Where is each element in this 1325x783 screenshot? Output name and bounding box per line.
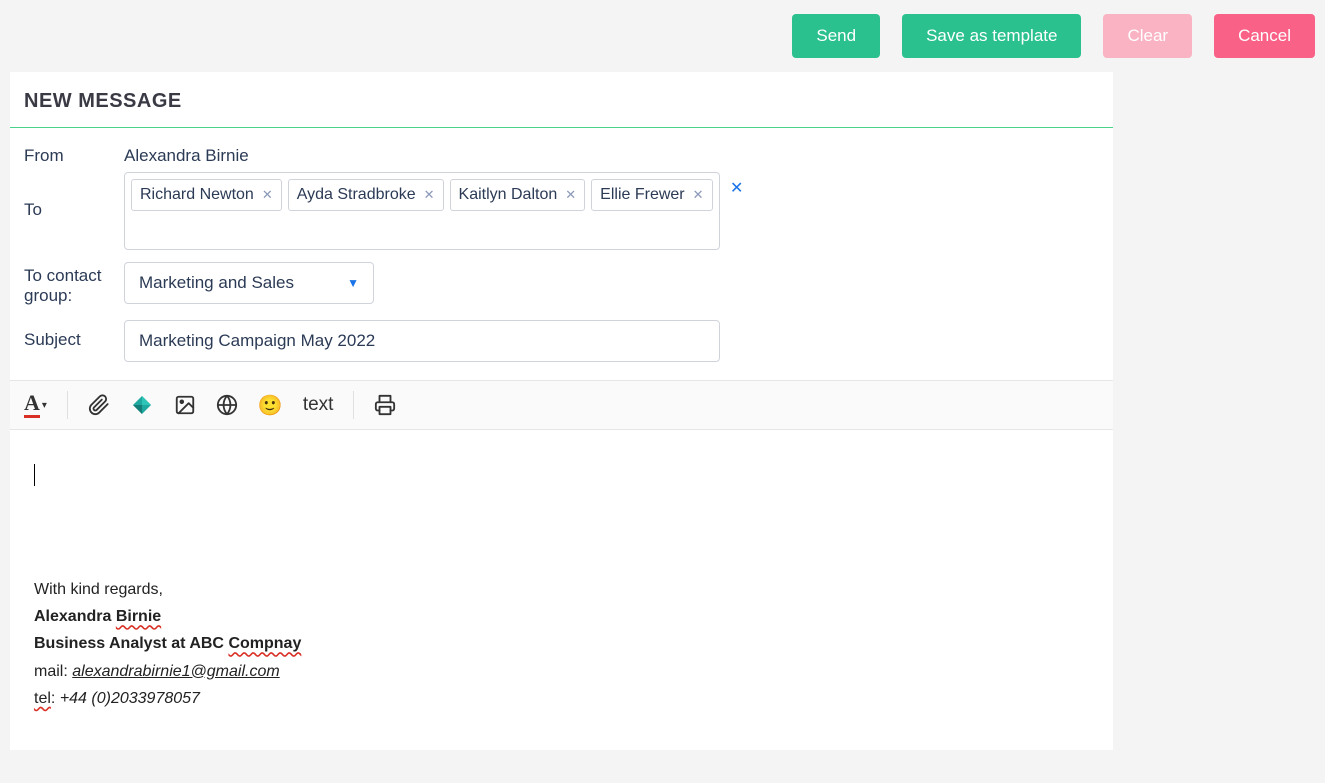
to-group-label: To contact group: — [24, 262, 124, 306]
message-body-editor[interactable]: With kind regards, Alexandra Birnie Busi… — [10, 430, 1113, 750]
to-recipients-input[interactable]: Richard Newton ✕ Ayda Stradbroke ✕ Kaitl… — [124, 172, 720, 250]
top-toolbar: Send Save as template Clear Cancel — [0, 0, 1325, 72]
contact-group-dropdown[interactable]: Marketing and Sales ▼ — [124, 262, 374, 304]
editor-toolbar: A ▾ 🙂 text — [10, 380, 1113, 430]
emoji-icon[interactable]: 🙂 — [258, 393, 283, 418]
signature-tel-sep: : — [51, 690, 55, 707]
to-group-row: To contact group: Marketing and Sales ▼ — [10, 250, 1113, 306]
attachment-icon[interactable] — [88, 394, 110, 416]
font-format-icon[interactable]: A ▾ — [24, 392, 47, 418]
print-icon[interactable] — [374, 394, 396, 416]
clear-recipients-icon[interactable]: ✕ — [728, 172, 743, 198]
diamond-icon[interactable] — [130, 393, 154, 417]
signature-regards: With kind regards, — [34, 576, 1089, 603]
save-as-template-button[interactable]: Save as template — [902, 14, 1081, 58]
recipient-name: Kaitlyn Dalton — [459, 186, 558, 204]
remove-recipient-icon[interactable]: ✕ — [262, 187, 273, 203]
recipient-tag[interactable]: Ayda Stradbroke ✕ — [288, 179, 444, 211]
cancel-button[interactable]: Cancel — [1214, 14, 1315, 58]
signature-tel-label: tel — [34, 690, 51, 707]
signature-name-last: Birnie — [116, 608, 161, 625]
recipient-tag[interactable]: Ellie Frewer ✕ — [591, 179, 712, 211]
subject-input[interactable] — [124, 320, 720, 362]
image-icon[interactable] — [174, 394, 196, 416]
recipient-tag[interactable]: Kaitlyn Dalton ✕ — [450, 179, 586, 211]
contact-group-value: Marketing and Sales — [139, 273, 294, 293]
from-value: Alexandra Birnie — [124, 136, 249, 166]
text-mode-button[interactable]: text — [303, 394, 334, 416]
signature-name-first: Alexandra — [34, 608, 111, 625]
toolbar-separator — [67, 391, 68, 419]
toolbar-separator — [353, 391, 354, 419]
subject-row: Subject — [10, 306, 1113, 370]
recipient-tag[interactable]: Richard Newton ✕ — [131, 179, 282, 211]
remove-recipient-icon[interactable]: ✕ — [424, 187, 435, 203]
chevron-down-icon: ▼ — [347, 276, 359, 290]
signature-mail-label: mail: — [34, 663, 68, 680]
remove-recipient-icon[interactable]: ✕ — [565, 187, 576, 203]
clear-button[interactable]: Clear — [1103, 14, 1192, 58]
recipient-name: Ayda Stradbroke — [297, 186, 416, 204]
signature-tel-value: +44 (0)2033978057 — [60, 690, 200, 707]
text-cursor — [34, 464, 35, 486]
signature-role: Business Analyst at ABC — [34, 635, 224, 652]
panel-title: NEW MESSAGE — [10, 72, 1113, 128]
remove-recipient-icon[interactable]: ✕ — [693, 187, 704, 203]
signature-block: With kind regards, Alexandra Birnie Busi… — [34, 576, 1089, 712]
compose-panel: NEW MESSAGE From Alexandra Birnie To Ric… — [10, 72, 1113, 750]
subject-label: Subject — [24, 320, 124, 350]
signature-company: Compnay — [228, 635, 301, 652]
send-button[interactable]: Send — [792, 14, 880, 58]
recipient-name: Ellie Frewer — [600, 186, 684, 204]
recipient-name: Richard Newton — [140, 186, 254, 204]
from-row: From Alexandra Birnie — [10, 128, 1113, 166]
globe-icon[interactable] — [216, 394, 238, 416]
from-label: From — [24, 136, 124, 166]
signature-mail-value: alexandrabirnie1@gmail.com — [72, 663, 279, 680]
to-row: To Richard Newton ✕ Ayda Stradbroke ✕ Ka… — [10, 166, 1113, 250]
to-label: To — [24, 172, 124, 220]
